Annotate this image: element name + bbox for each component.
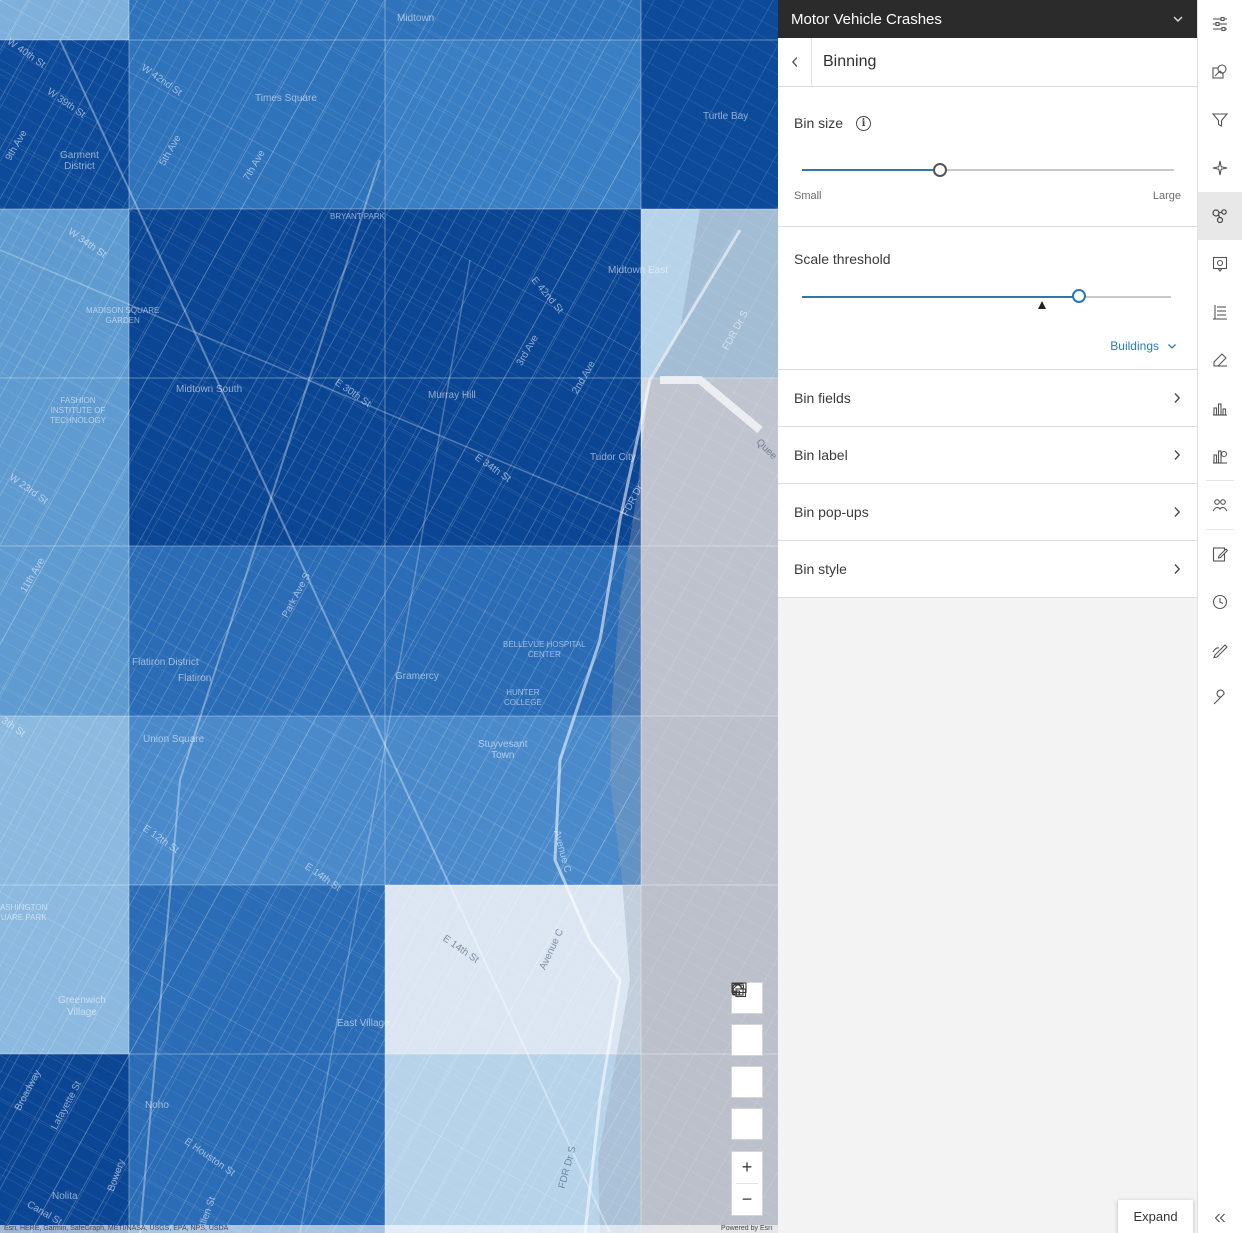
zoom-controls: + − — [731, 1151, 763, 1216]
panel-navigation: Binning — [778, 37, 1197, 87]
rail-popups-button[interactable] — [1198, 240, 1242, 288]
bin-fields-label: Bin fields — [794, 390, 851, 406]
sketch-icon — [1212, 644, 1228, 659]
chevron-down-icon — [1168, 343, 1176, 349]
rail-properties-button[interactable] — [1198, 0, 1242, 48]
bin-style-label: Bin style — [794, 561, 847, 577]
bin-size-section: Bin size i Small Large — [778, 87, 1197, 227]
aggregation-icon — [1212, 209, 1227, 224]
effects-icon — [1212, 160, 1228, 176]
rail-forms-button[interactable] — [1198, 481, 1242, 529]
forms-icon — [1212, 499, 1228, 512]
map-canvas[interactable] — [0, 0, 778, 1233]
scale-threshold-fill — [802, 296, 1079, 298]
chevron-right-icon — [1174, 450, 1181, 460]
rail-time-button[interactable] — [1198, 578, 1242, 626]
attribution-powered-by[interactable]: Powered by Esri — [721, 1225, 772, 1233]
rail-charts-button[interactable] — [1198, 384, 1242, 432]
zoom-in-button[interactable]: + — [732, 1152, 762, 1183]
chevron-down-icon — [1173, 16, 1183, 22]
chevron-right-icon — [1174, 507, 1181, 517]
rail-aggregation-button[interactable] — [1198, 192, 1242, 240]
current-scale-marker — [1037, 301, 1046, 309]
chevron-right-icon — [1174, 564, 1181, 574]
double-chevron-left-icon — [1214, 1213, 1225, 1223]
chevron-left-icon — [791, 57, 797, 67]
layer-panel: Motor Vehicle Crashes Binning Bin size i… — [778, 0, 1198, 1233]
scale-preset-label: Buildings — [1110, 339, 1159, 353]
rail-labels-button[interactable] — [1198, 336, 1242, 384]
bin-style-row[interactable]: Bin style — [778, 541, 1197, 598]
scale-threshold-label: Scale threshold — [794, 251, 891, 267]
panel-title: Binning — [823, 53, 877, 70]
fields-icon — [1213, 305, 1227, 320]
filter-icon — [1211, 113, 1229, 127]
bin-popups-row[interactable]: Bin pop-ups — [778, 484, 1197, 541]
home-icon — [732, 983, 744, 996]
expand-tooltip: Expand — [1118, 1200, 1193, 1233]
styles-icon — [1212, 64, 1227, 79]
rail-fields-button[interactable] — [1198, 288, 1242, 336]
scale-threshold-thumb[interactable] — [1071, 289, 1086, 303]
charts-icon — [1213, 403, 1227, 416]
tools-icon — [1213, 689, 1225, 705]
layer-title: Motor Vehicle Crashes — [791, 10, 942, 28]
time-icon — [1212, 594, 1228, 610]
fullscreen-button[interactable] — [731, 982, 763, 1098]
map-attribution: Esri, HERE, Garmin, SafeGraph, METI/NASA… — [0, 1225, 778, 1233]
popups-icon — [1212, 256, 1228, 272]
scale-preset-dropdown[interactable]: Buildings — [1110, 339, 1177, 353]
rail-sketch-button[interactable] — [1198, 626, 1242, 674]
configure-chart-icon — [1213, 450, 1228, 464]
labels-icon — [1213, 353, 1227, 367]
properties-icon — [1213, 16, 1227, 32]
bin-label-label: Bin label — [794, 447, 848, 463]
bin-size-thumb[interactable] — [932, 163, 947, 177]
rail-expand-button[interactable] — [1198, 1203, 1242, 1233]
rail-configure-chart-button[interactable] — [1198, 432, 1242, 480]
bin-popups-label: Bin pop-ups — [794, 504, 869, 520]
bin-size-fill — [802, 169, 940, 171]
scale-threshold-section: Scale threshold Buildings — [778, 227, 1197, 370]
map-view[interactable]: Midtown Times Square Turtle Bay Garment … — [0, 0, 778, 1233]
chevron-right-icon — [1174, 393, 1181, 403]
attribution-sources: Esri, HERE, Garmin, SafeGraph, METI/NASA… — [4, 1225, 229, 1232]
app-root: Midtown Times Square Turtle Bay Garment … — [0, 0, 1242, 1233]
settings-rail — [1198, 0, 1242, 1233]
zoom-out-button[interactable]: − — [732, 1184, 762, 1215]
rail-effects-button[interactable] — [1198, 144, 1242, 192]
rail-filter-button[interactable] — [1198, 96, 1242, 144]
bin-fields-row[interactable]: Bin fields — [778, 370, 1197, 427]
basemap-gallery-button[interactable] — [731, 983, 763, 1056]
layer-selector[interactable]: Motor Vehicle Crashes — [778, 0, 1197, 38]
rail-tools-button[interactable] — [1198, 674, 1242, 722]
bin-size-min-label: Small — [794, 190, 822, 202]
rail-edit-button[interactable] — [1198, 530, 1242, 578]
bin-size-label: Bin size — [794, 115, 844, 131]
rail-styles-button[interactable] — [1198, 48, 1242, 96]
bin-size-max-label: Large — [1152, 190, 1181, 202]
home-button[interactable] — [731, 983, 763, 1140]
bin-label-row[interactable]: Bin label — [778, 427, 1197, 484]
back-button[interactable] — [778, 37, 812, 87]
map-tools — [731, 982, 763, 1150]
info-icon[interactable]: i — [856, 115, 872, 131]
edit-icon — [1212, 547, 1229, 562]
bin-size-label-row: Bin size i — [794, 115, 872, 131]
